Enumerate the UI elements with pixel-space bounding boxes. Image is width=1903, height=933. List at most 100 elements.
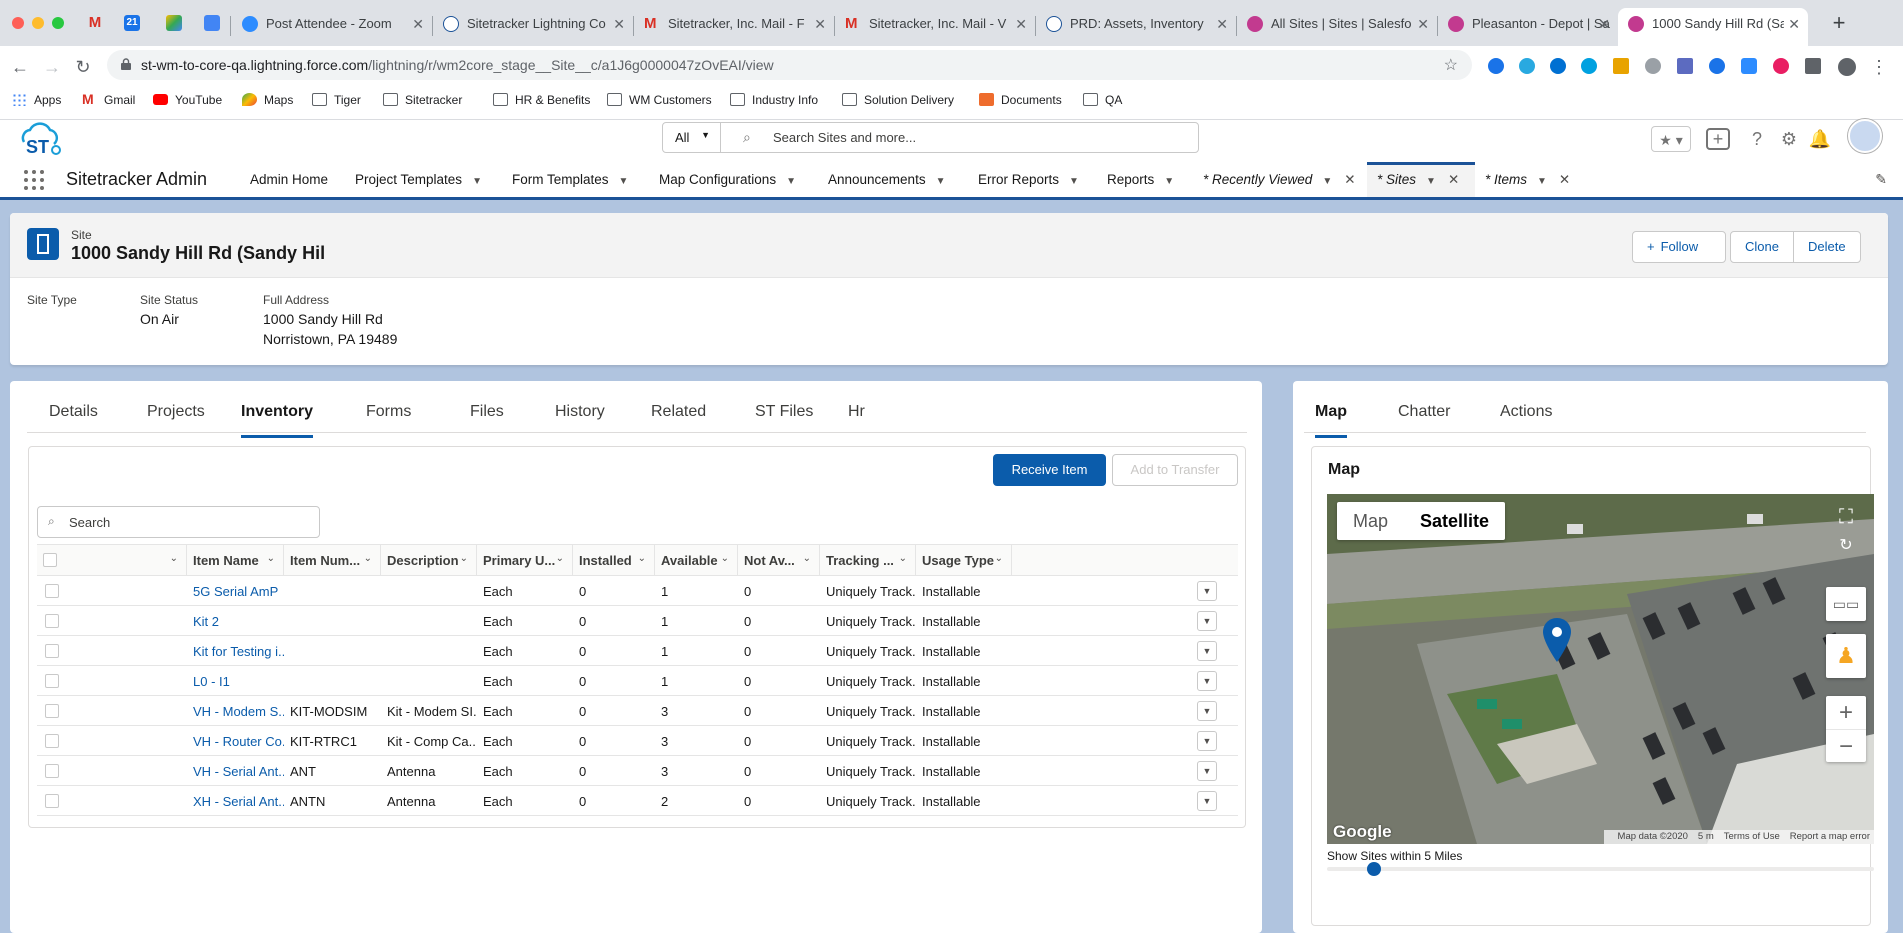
map-type-satellite-button[interactable]: Satellite bbox=[1404, 502, 1505, 540]
bookmark-gmail[interactable]: M Gmail bbox=[82, 92, 135, 107]
tab-hr[interactable]: Hr bbox=[848, 403, 865, 421]
tab-details[interactable]: Details bbox=[49, 403, 98, 421]
global-actions-plus-icon[interactable]: + bbox=[1706, 128, 1730, 150]
browser-tab[interactable]: M Sitetracker, Inc. Mail - F ✕ bbox=[634, 8, 834, 46]
browser-tab-active[interactable]: 1000 Sandy Hill Rd (San ✕ bbox=[1618, 8, 1808, 46]
row-actions-menu-icon[interactable]: ▼ bbox=[1197, 671, 1217, 691]
zoom-out-icon[interactable]: − bbox=[1826, 729, 1866, 763]
clone-button[interactable]: Clone bbox=[1731, 232, 1793, 262]
row-checkbox[interactable] bbox=[45, 734, 59, 748]
bookmark-documents[interactable]: Documents bbox=[979, 93, 1062, 107]
bookmark-folder[interactable]: HR & Benefits bbox=[493, 93, 590, 107]
add-to-transfer-button[interactable]: Add to Transfer bbox=[1112, 454, 1238, 486]
item-name-link[interactable]: VH - Modem S... bbox=[187, 696, 284, 725]
column-header[interactable]: Item Num... ⌄ bbox=[284, 545, 381, 576]
row-checkbox[interactable] bbox=[45, 584, 59, 598]
browser-tab[interactable]: Sitetracker Lightning Co ✕ bbox=[433, 8, 633, 46]
help-icon[interactable]: ? bbox=[1745, 126, 1769, 152]
chevron-down-icon[interactable]: ▼ bbox=[1069, 176, 1079, 187]
street-view-pegman-icon[interactable]: ♟ bbox=[1826, 634, 1866, 678]
close-icon[interactable]: ✕ bbox=[1559, 172, 1570, 187]
docs-icon[interactable] bbox=[204, 15, 220, 31]
search-scope-select[interactable]: All ▼ bbox=[663, 123, 721, 152]
rotate-view-icon[interactable]: ↻ bbox=[1826, 532, 1866, 560]
calendar-icon[interactable]: 21 bbox=[124, 15, 140, 31]
nav-item-sites[interactable]: * Sites ▼ ✕ bbox=[1367, 162, 1475, 197]
column-header[interactable]: Primary U... ⌄ bbox=[477, 545, 573, 576]
chevron-down-icon[interactable]: ⌄ bbox=[364, 553, 372, 564]
bookmark-folder[interactable]: Solution Delivery bbox=[842, 93, 954, 107]
close-tab-icon[interactable]: ✕ bbox=[1216, 8, 1228, 40]
close-tab-icon[interactable]: ✕ bbox=[1015, 8, 1027, 40]
search-input[interactable]: Search Sites and more... bbox=[773, 130, 916, 145]
bookmark-folder[interactable]: Tiger bbox=[312, 93, 361, 107]
row-actions-menu-icon[interactable]: ▼ bbox=[1197, 731, 1217, 751]
tab-files[interactable]: Files bbox=[470, 403, 504, 421]
chevron-down-icon[interactable]: ⌄ bbox=[899, 553, 907, 564]
nav-item-recently-viewed[interactable]: * Recently Viewed ▼ ✕ bbox=[1203, 162, 1356, 197]
minimize-window-icon[interactable] bbox=[32, 17, 44, 29]
receive-item-button[interactable]: Receive Item bbox=[993, 454, 1106, 486]
browser-tab[interactable]: Pleasanton - Depot | Sa ✕ bbox=[1438, 8, 1618, 46]
extension-icon[interactable] bbox=[1773, 58, 1789, 74]
item-name-link[interactable]: L0 - I1 bbox=[187, 666, 284, 695]
bookmark-folder[interactable]: Sitetracker bbox=[383, 93, 462, 107]
chevron-down-icon[interactable]: ▼ bbox=[936, 176, 946, 187]
row-actions-menu-icon[interactable]: ▼ bbox=[1197, 611, 1217, 631]
chevron-down-icon[interactable]: ▼ bbox=[1537, 176, 1547, 187]
extensions-puzzle-icon[interactable] bbox=[1805, 58, 1821, 74]
chevron-down-icon[interactable]: ▼ bbox=[1164, 176, 1174, 187]
bookmark-apps[interactable]: Apps bbox=[12, 93, 61, 107]
row-actions-menu-icon[interactable]: ▼ bbox=[1197, 581, 1217, 601]
new-tab-icon[interactable]: + bbox=[1831, 12, 1847, 34]
radius-slider-handle[interactable] bbox=[1367, 862, 1381, 876]
browser-tab[interactable]: All Sites | Sites | Salesfo ✕ bbox=[1237, 8, 1437, 46]
profile-icon[interactable] bbox=[1838, 58, 1856, 76]
extension-icon[interactable] bbox=[1709, 58, 1725, 74]
row-actions-menu-icon[interactable]: ▼ bbox=[1197, 701, 1217, 721]
nav-item-map-configurations[interactable]: Map Configurations ▼ bbox=[659, 162, 796, 197]
column-header[interactable]: Tracking ... ⌄ bbox=[820, 545, 916, 576]
address-bar[interactable]: st-wm-to-core-qa.lightning.force.com/lig… bbox=[107, 50, 1472, 80]
nav-item-admin-home[interactable]: Admin Home bbox=[250, 162, 328, 197]
nav-item-reports[interactable]: Reports ▼ bbox=[1107, 162, 1174, 197]
row-checkbox[interactable] bbox=[45, 764, 59, 778]
browser-tab[interactable]: Post Attendee - Zoom ✕ bbox=[232, 8, 432, 46]
nav-item-form-templates[interactable]: Form Templates ▼ bbox=[512, 162, 628, 197]
close-tab-icon[interactable]: ✕ bbox=[814, 8, 826, 40]
gmail-icon[interactable]: M bbox=[87, 15, 103, 31]
extension-icon[interactable] bbox=[1581, 58, 1597, 74]
close-tab-icon[interactable]: ✕ bbox=[1784, 8, 1800, 40]
row-actions-menu-icon[interactable]: ▼ bbox=[1197, 791, 1217, 811]
tab-forms[interactable]: Forms bbox=[366, 403, 411, 421]
user-avatar[interactable] bbox=[1848, 119, 1882, 153]
report-map-error-link[interactable]: Report a map error bbox=[1790, 831, 1870, 842]
reload-icon[interactable]: ↻ bbox=[72, 56, 94, 78]
app-launcher-icon[interactable] bbox=[24, 170, 44, 190]
column-header[interactable]: Usage Type ⌄ bbox=[916, 545, 1012, 576]
tab-history[interactable]: History bbox=[555, 403, 605, 421]
tab-projects[interactable]: Projects bbox=[147, 403, 205, 421]
extension-1password-icon[interactable] bbox=[1488, 58, 1504, 74]
tab-inventory[interactable]: Inventory bbox=[241, 403, 314, 438]
row-checkbox[interactable] bbox=[45, 674, 59, 688]
tab-st-files[interactable]: ST Files bbox=[755, 403, 813, 421]
column-header[interactable]: Description ⌄ bbox=[381, 545, 477, 576]
zoom-in-icon[interactable]: + bbox=[1826, 696, 1866, 729]
inventory-search-input[interactable]: ⌕ Search bbox=[37, 506, 320, 538]
tab-chatter[interactable]: Chatter bbox=[1398, 403, 1450, 421]
chevron-down-icon[interactable]: ⌄ bbox=[556, 553, 564, 564]
tilt-view-icon[interactable]: ▭▭ bbox=[1826, 587, 1866, 621]
bookmark-folder[interactable]: WM Customers bbox=[607, 93, 712, 107]
row-checkbox[interactable] bbox=[45, 644, 59, 658]
notifications-bell-icon[interactable]: 🔔 bbox=[1808, 126, 1832, 152]
setup-gear-icon[interactable]: ⚙ bbox=[1777, 126, 1801, 152]
bookmark-folder[interactable]: Industry Info bbox=[730, 93, 818, 107]
sitetracker-logo[interactable]: ST bbox=[16, 120, 64, 160]
nav-item-items[interactable]: * Items ▼ ✕ bbox=[1485, 162, 1570, 197]
column-header[interactable]: Available ⌄ bbox=[655, 545, 738, 576]
chevron-down-icon[interactable]: ⌄ bbox=[721, 553, 729, 564]
browser-tab[interactable]: PRD: Assets, Inventory ✕ bbox=[1036, 8, 1236, 46]
tab-map[interactable]: Map bbox=[1315, 403, 1347, 438]
back-icon[interactable]: ← bbox=[9, 56, 31, 78]
